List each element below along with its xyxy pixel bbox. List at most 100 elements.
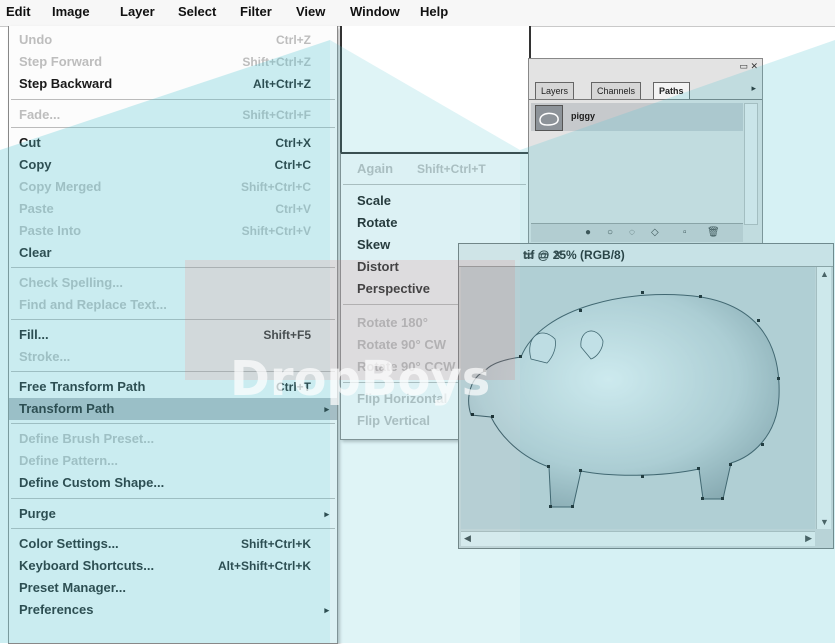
menu-item-transform-path[interactable]: Transform Path ▸ bbox=[9, 398, 337, 420]
menu-frame bbox=[340, 26, 531, 154]
menu-item-clear[interactable]: Clear bbox=[9, 242, 337, 264]
menu-item-paste: Paste Ctrl+V bbox=[9, 198, 337, 220]
submenu-arrow-icon: ▸ bbox=[324, 404, 329, 414]
menu-bar: Edit Image Layer Select Filter View Wind… bbox=[0, 0, 835, 27]
menu-separator bbox=[11, 371, 335, 372]
menu-item-step-backward[interactable]: Step Backward Alt+Ctrl+Z bbox=[9, 73, 337, 95]
path-thumbnail bbox=[535, 105, 563, 131]
panel-menu-arrow-icon[interactable]: ▸ bbox=[751, 83, 756, 94]
menu-item-label: Preset Manager... bbox=[19, 580, 126, 595]
menu-item-find-and-replace-text: Find and Replace Text... bbox=[9, 294, 337, 316]
submenu-item-scale[interactable]: Scale bbox=[341, 190, 528, 212]
scroll-up-icon[interactable]: ▲ bbox=[820, 269, 829, 279]
menu-item-preset-manager[interactable]: Preset Manager... bbox=[9, 577, 337, 599]
menu-item-label: Undo bbox=[19, 32, 53, 47]
menu-item-label: Keyboard Shortcuts... bbox=[19, 558, 155, 573]
menu-item-shortcut: Ctrl+X bbox=[275, 136, 311, 150]
menu-edit[interactable]: Edit bbox=[6, 4, 31, 19]
fill-path-icon[interactable]: ● bbox=[585, 227, 591, 238]
tab-layers[interactable]: Layers bbox=[535, 82, 575, 99]
menu-item-label: Find and Replace Text... bbox=[19, 297, 167, 312]
menu-item-label: Define Pattern... bbox=[19, 453, 118, 468]
stroke-path-icon[interactable]: ○ bbox=[607, 227, 613, 238]
menu-filter[interactable]: Filter bbox=[240, 4, 272, 19]
menu-item-preferences[interactable]: Preferences ▸ bbox=[9, 599, 337, 621]
menu-window[interactable]: Window bbox=[350, 4, 400, 19]
submenu-item-rotate[interactable]: Rotate bbox=[341, 212, 528, 234]
menu-item-stroke: Stroke... bbox=[9, 346, 337, 368]
submenu-item-label: Flip Horizontal bbox=[357, 391, 448, 406]
edit-menu-dropdown: Undo Ctrl+Z Step Forward Shift+Ctrl+Z Step B… bbox=[8, 26, 338, 644]
menu-item-label: Check Spelling... bbox=[19, 275, 124, 290]
new-path-icon[interactable]: ▫ bbox=[683, 227, 687, 238]
submenu-item-label: Scale bbox=[357, 193, 391, 208]
scroll-right-icon[interactable]: ▶ bbox=[805, 533, 812, 544]
path-row[interactable]: piggy bbox=[531, 103, 743, 131]
menu-item-label: Cut bbox=[19, 135, 41, 150]
path-name: piggy bbox=[571, 111, 595, 121]
submenu-item-label: Rotate 90° CW bbox=[357, 337, 446, 352]
menu-item-define-brush-preset: Define Brush Preset... bbox=[9, 428, 337, 450]
paths-panel: ▭ ✕ Layers Channels Paths ▸ piggy ● ○ ◌ … bbox=[528, 58, 763, 246]
menu-item-copy-merged: Copy Merged Shift+Ctrl+C bbox=[9, 176, 337, 198]
menu-separator bbox=[11, 127, 335, 128]
menu-item-copy[interactable]: Copy Ctrl+C bbox=[9, 154, 337, 176]
menu-item-cut[interactable]: Cut Ctrl+X bbox=[9, 132, 337, 154]
menu-item-label: Purge bbox=[19, 506, 56, 521]
menu-item-keyboard-shortcuts[interactable]: Keyboard Shortcuts... Alt+Shift+Ctrl+K bbox=[9, 555, 337, 577]
window-buttons[interactable]: ▭ ▭ ✕ bbox=[523, 248, 829, 262]
menu-item-label: Step Forward bbox=[19, 54, 103, 69]
document-window: tif @ 25% (RGB/8) ▭ ▭ ✕ ▲ ▼ ◀ ▶ bbox=[458, 243, 834, 549]
menu-item-label: Step Backward bbox=[19, 76, 113, 91]
submenu-arrow-icon: ▸ bbox=[324, 509, 329, 519]
menu-separator bbox=[11, 267, 335, 268]
tab-paths[interactable]: Paths bbox=[653, 82, 690, 99]
menu-help[interactable]: Help bbox=[420, 4, 448, 19]
submenu-item-label: Rotate bbox=[357, 215, 398, 230]
menu-item-shortcut: Ctrl+V bbox=[275, 202, 311, 216]
load-selection-icon[interactable]: ◌ bbox=[629, 227, 635, 238]
panel-window-buttons[interactable]: ▭ ✕ bbox=[739, 61, 758, 72]
panel-tabs: Layers Channels Paths ▸ bbox=[529, 81, 762, 100]
menu-item-define-custom-shape[interactable]: Define Custom Shape... bbox=[9, 472, 337, 494]
menu-separator bbox=[11, 99, 335, 100]
menu-item-label: Preferences bbox=[19, 602, 94, 617]
menu-item-purge[interactable]: Purge ▸ bbox=[9, 503, 337, 525]
scroll-left-icon[interactable]: ◀ bbox=[464, 533, 471, 544]
menu-layer[interactable]: Layer bbox=[120, 4, 155, 19]
panel-footer: ● ○ ◌ ◇ ▫ 🗑 bbox=[531, 223, 743, 242]
menu-item-fill[interactable]: Fill... Shift+F5 bbox=[9, 324, 337, 346]
submenu-item-label: Skew bbox=[357, 237, 391, 252]
panel-scrollbar[interactable] bbox=[744, 103, 758, 225]
menu-item-define-pattern: Define Pattern... bbox=[9, 450, 337, 472]
menu-item-free-transform-path[interactable]: Free Transform Path Ctrl+T bbox=[9, 376, 337, 398]
menu-item-label: Copy bbox=[19, 157, 52, 172]
submenu-item-label: Rotate 180° bbox=[357, 315, 428, 330]
menu-item-shortcut: Shift+F5 bbox=[263, 328, 311, 342]
menu-item-undo: Undo Ctrl+Z bbox=[9, 29, 337, 51]
trash-icon[interactable]: 🗑 bbox=[707, 227, 720, 238]
menu-item-label: Define Brush Preset... bbox=[19, 431, 155, 446]
menu-item-label: Define Custom Shape... bbox=[19, 475, 165, 490]
menu-item-shortcut: Alt+Shift+Ctrl+K bbox=[217, 559, 311, 573]
make-work-path-icon[interactable]: ◇ bbox=[651, 227, 659, 238]
menu-select[interactable]: Select bbox=[178, 4, 216, 19]
horizontal-scrollbar[interactable]: ◀ ▶ bbox=[461, 531, 815, 546]
scroll-down-icon[interactable]: ▼ bbox=[820, 517, 829, 527]
menu-item-color-settings[interactable]: Color Settings... Shift+Ctrl+K bbox=[9, 533, 337, 555]
menu-item-label: Paste Into bbox=[19, 223, 82, 238]
menu-item-label: Paste bbox=[19, 201, 54, 216]
submenu-separator bbox=[343, 184, 526, 185]
menu-image[interactable]: Image bbox=[52, 4, 90, 19]
vertical-scrollbar[interactable]: ▲ ▼ bbox=[816, 267, 831, 529]
menu-item-label: Clear bbox=[19, 245, 52, 260]
menu-item-label: Fade... bbox=[19, 107, 61, 122]
menu-item-shortcut: Ctrl+Z bbox=[275, 33, 311, 47]
menu-item-shortcut: Ctrl+T bbox=[275, 380, 311, 394]
menu-view[interactable]: View bbox=[296, 4, 325, 19]
submenu-item-again: Again Shift+Ctrl+T bbox=[341, 158, 528, 180]
menu-item-fade: Fade... Shift+Ctrl+F bbox=[9, 104, 337, 126]
document-canvas[interactable] bbox=[461, 267, 815, 529]
tab-channels[interactable]: Channels bbox=[591, 82, 642, 99]
menu-separator bbox=[11, 423, 335, 424]
